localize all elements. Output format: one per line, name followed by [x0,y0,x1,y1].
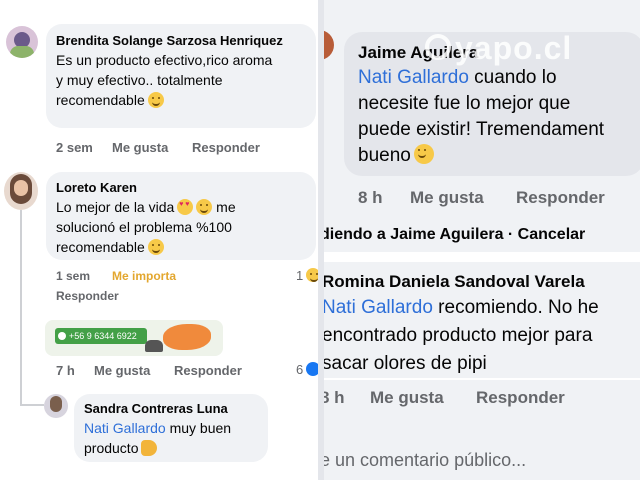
image-decoration [163,324,211,350]
comment-text-line: producto [84,438,258,458]
like-button[interactable]: Me gusta [410,188,484,208]
comment-text-line: Lo mejor de la vida me [56,197,306,217]
care-reaction-button[interactable]: Me importa [112,269,176,283]
comment-bubble: Romina Daniela Sandoval Varela Nati Gall… [318,262,640,378]
composer-placeholder[interactable]: e un comentario público... [320,450,526,471]
smiling-emoji-icon [413,144,434,164]
mention-link[interactable]: Nati Gallardo [358,67,469,88]
image-divider [318,0,324,480]
avatar[interactable] [6,26,38,58]
comment-text-line: Nati Gallardo cuando lo [358,65,630,91]
comment-text: y muy efectivo.. totalmente [56,72,223,88]
comment-composer[interactable]: e un comentario público... [318,430,640,474]
smiling-emoji-icon [147,92,164,108]
comment-text-line: recomendable [56,237,306,257]
reply-button[interactable]: Responder [56,289,119,303]
reply-button[interactable]: Responder [192,140,260,155]
reply-button[interactable]: Responder [516,188,605,208]
dog-figure [145,340,163,352]
like-reaction-icon [306,362,318,376]
comment-author[interactable]: Sandra Contreras Luna [84,400,258,418]
comment-text: muy buen [165,420,232,436]
comment-text: necesite fue lo mejor que [358,93,571,114]
watermark: yapo.cl [455,30,573,66]
avatar[interactable] [4,172,38,210]
comment-author[interactable]: Romina Daniela Sandoval Varela [322,270,636,294]
comment-time[interactable]: 7 h [56,363,75,378]
like-button[interactable]: Me gusta [370,388,444,408]
smiling-emoji-icon [196,199,213,215]
comment-text: Lo mejor de la vida [56,199,175,215]
right-comments-panel: Jaime Aguilera Nati Gallardo cuando lo n… [318,0,640,480]
comment-time[interactable]: 1 sem [56,269,90,283]
mention-link[interactable]: Nati Gallardo [322,297,433,318]
comment-bubble: Sandra Contreras Luna Nati Gallardo muy … [74,394,268,462]
comment-text: recomiendo. No he [432,297,599,318]
comment-bubble: Brendita Solange Sarzosa Henriquez Es un… [46,24,316,128]
thread-line [20,210,22,406]
comment-text-line: recomendable [56,90,306,110]
comment-text: bueno [358,145,411,166]
reply-button[interactable]: Responder [174,363,242,378]
comment-text-line: Nati Gallardo recomiendo. No he [322,294,636,322]
left-comments-panel: Brendita Solange Sarzosa Henriquez Es un… [0,0,318,480]
whatsapp-icon [58,332,66,340]
comment-text: producto [84,440,139,456]
like-button[interactable]: Me gusta [112,140,168,155]
reaction-count[interactable]: 6 [296,362,303,377]
comment-text: cuando lo [468,67,557,88]
comment-text: puede existir! Tremendament [358,119,605,140]
comment-time[interactable]: 8 h [358,188,383,208]
replying-to-banner[interactable]: diendo a Jaime Aguilera · Cancelar [320,226,585,244]
comment-text: Es un producto efectivo,rico aroma [56,52,273,68]
phone-badge: +56 9 6344 6922 [55,328,147,344]
attached-image[interactable]: +56 9 6344 6922 [45,320,223,356]
thumbs-up-emoji-icon [141,440,158,456]
mention-link[interactable]: Nati Gallardo [84,420,166,436]
comment-text: sacar olores de pipi [322,353,487,374]
comment-text-line: bueno [358,143,630,169]
comment-author[interactable]: Brendita Solange Sarzosa Henriquez [56,32,306,50]
comment-text: recomendable [56,92,145,108]
reply-button[interactable]: Responder [476,388,565,408]
comment-text-line: Nati Gallardo muy buen [84,418,258,438]
reaction-emoji-icon [306,268,318,282]
comment-text: solucionó el problema %100 [56,219,232,235]
comment-bubble: Loreto Karen Lo mejor de la vida me solu… [46,172,316,260]
comment-time[interactable]: 2 sem [56,140,93,155]
avatar[interactable] [44,394,68,418]
heart-eyes-emoji-icon [177,199,194,215]
comment-text: encontrado producto mejor para [322,325,593,346]
thread-line [20,404,44,406]
like-button[interactable]: Me gusta [94,363,150,378]
watermark-logo-icon [425,34,451,60]
smiling-emoji-icon [147,239,164,255]
comment-text: recomendable [56,239,145,255]
reaction-count[interactable]: 1 [296,268,303,283]
comment-author[interactable]: Loreto Karen [56,179,306,197]
ad-phone: +56 9 6344 6922 [69,331,137,341]
